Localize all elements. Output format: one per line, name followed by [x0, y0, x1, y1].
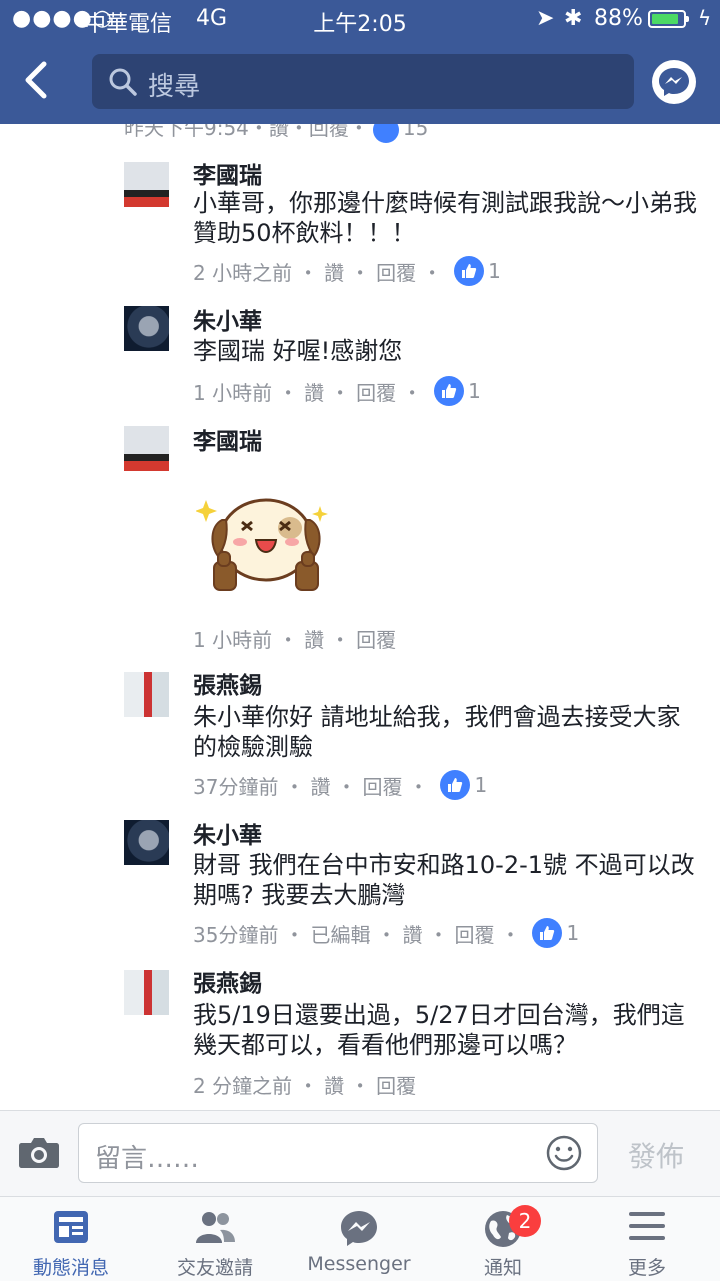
like-button[interactable]: 讚	[324, 1070, 344, 1099]
comment-author[interactable]: 朱小華	[193, 816, 262, 850]
notification-badge: 2	[509, 1205, 541, 1237]
battery-percent: 88%	[594, 6, 643, 31]
search-placeholder: 搜尋	[148, 72, 201, 102]
tab-label: 通知	[483, 1257, 522, 1279]
comment-meta: 37分鐘前・ 讚・ 回覆・ 1	[193, 770, 487, 800]
comment-text: 財哥 我們在台中市安和路10-2-1號 不過可以改期嗎? 我要去大鵬灣	[193, 851, 695, 909]
comment-author[interactable]: 李國瑞	[193, 156, 262, 190]
like-count[interactable]: 1	[454, 256, 501, 286]
like-button[interactable]: 讚	[324, 257, 344, 286]
like-button[interactable]: 讚	[402, 919, 422, 948]
comment-time: 1 小時前	[193, 628, 273, 652]
reply-button[interactable]: 回覆	[356, 377, 396, 406]
like-count[interactable]: 1	[434, 376, 481, 406]
comment-meta: 1 小時前・ 讚・ 回覆	[193, 624, 396, 653]
tab-more[interactable]: 更多	[587, 1197, 707, 1281]
tab-notifications[interactable]: 2 通知	[443, 1197, 563, 1281]
tab-label: 交友邀請	[176, 1257, 253, 1279]
tab-label: 更多	[627, 1257, 666, 1279]
tab-messenger[interactable]: Messenger	[299, 1197, 419, 1281]
camera-icon	[19, 1138, 59, 1168]
like-icon	[372, 124, 399, 143]
comment-list[interactable]: 昨天下午9:54・讚・回覆・ 15 李國瑞 小華哥，你那邊什麼時候有測試跟我說～小…	[0, 124, 720, 1110]
comment-meta: 35分鐘前・ 已編輯・ 讚・ 回覆・ 1	[193, 918, 579, 948]
charging-icon: ϟ	[698, 6, 712, 30]
tab-bar: 動態消息 交友邀請 Messenger 2 通知 更多	[0, 1196, 720, 1281]
comment-text: 我5/19日還要出過，5/27日才回台灣，我們這幾天都可以，看看他們那邊可以嗎？	[193, 1001, 685, 1059]
like-count[interactable]: 1	[440, 770, 487, 800]
comment-author[interactable]: 張燕錫	[193, 964, 262, 998]
avatar[interactable]	[124, 970, 169, 1015]
edited-label[interactable]: 已編輯	[310, 919, 370, 948]
reply-button[interactable]: 回覆	[356, 624, 396, 653]
post-button[interactable]: 發佈	[628, 1135, 684, 1175]
comment-text: 小華哥，你那邊什麼時候有測試跟我說～小弟我贊助50杯飲料！！！	[193, 189, 697, 247]
messenger-button[interactable]	[652, 60, 696, 104]
news-feed-icon	[54, 1211, 88, 1243]
thumbs-up-icon	[532, 918, 563, 948]
tab-friend-requests[interactable]: 交友邀請	[155, 1197, 275, 1281]
comment-time: 1 小時前	[193, 380, 273, 405]
cut-off-comment-meta: 昨天下午9:54・讚・回覆・ 15	[124, 124, 428, 143]
bluetooth-icon: ✱	[564, 6, 583, 31]
avatar[interactable]	[124, 672, 169, 717]
avatar[interactable]	[124, 306, 169, 351]
location-icon: ➤	[536, 6, 555, 31]
reply-button[interactable]: 回覆	[454, 919, 494, 948]
avatar[interactable]	[124, 426, 169, 471]
comment-time: 2 小時之前	[193, 260, 293, 285]
status-bar: ●●●●○ 中華電信 4G 上午2:05 ➤ ✱ 88% ϟ	[0, 0, 720, 40]
comment-text: 朱小華你好 請地址給我，我們會過去接受大家的檢驗測驗	[193, 703, 681, 761]
comment-input[interactable]: 留言……	[78, 1123, 598, 1183]
comment-meta: 2 小時之前・ 讚・ 回覆・ 1	[193, 256, 501, 286]
thumbs-up-icon	[454, 256, 485, 286]
reply-button[interactable]: 回覆	[376, 257, 416, 286]
tab-label: Messenger	[307, 1253, 411, 1275]
comment-meta: 2 分鐘之前・ 讚・ 回覆	[193, 1070, 416, 1099]
chevron-left-icon	[25, 61, 47, 99]
messenger-icon	[659, 68, 689, 96]
comment-composer: 留言…… 發佈	[0, 1110, 720, 1197]
avatar[interactable]	[124, 820, 169, 865]
comment-author[interactable]: 朱小華	[193, 302, 262, 336]
comment-author[interactable]: 張燕錫	[193, 666, 262, 700]
like-count[interactable]: 1	[532, 918, 579, 948]
like-button[interactable]: 讚	[304, 624, 324, 653]
comment-text: 李國瑞 好喔!感謝您	[193, 337, 403, 365]
comment-time: 37分鐘前	[193, 774, 279, 799]
nav-bar: 搜尋	[0, 40, 720, 124]
thumbs-up-icon	[440, 770, 471, 800]
battery-icon	[648, 10, 689, 28]
comment-time: 2 分鐘之前	[193, 1074, 293, 1098]
avatar[interactable]	[124, 162, 169, 207]
thumbs-up-puppy-sticker	[196, 498, 328, 591]
friends-icon	[196, 1212, 235, 1243]
reply-button[interactable]: 回覆	[362, 771, 402, 800]
smiley-icon	[546, 1135, 582, 1171]
back-button[interactable]	[20, 58, 60, 106]
camera-button[interactable]	[18, 1135, 60, 1173]
tab-label: 動態消息	[32, 1257, 109, 1279]
reply-button[interactable]: 回覆	[376, 1070, 416, 1099]
comment-placeholder: 留言……	[95, 1144, 200, 1174]
comment-author[interactable]: 李國瑞	[193, 422, 262, 456]
messenger-icon	[341, 1211, 377, 1246]
tab-news-feed[interactable]: 動態消息	[11, 1197, 131, 1281]
comment-meta: 1 小時前・ 讚・ 回覆・ 1	[193, 376, 481, 406]
menu-icon	[629, 1212, 665, 1240]
comment-time: 35分鐘前	[193, 922, 279, 947]
thumbs-up-icon	[434, 376, 465, 406]
emoji-button[interactable]	[545, 1134, 583, 1176]
like-button[interactable]: 讚	[310, 771, 330, 800]
search-icon	[109, 68, 137, 96]
like-button[interactable]: 讚	[304, 377, 324, 406]
search-input[interactable]: 搜尋	[92, 54, 634, 109]
